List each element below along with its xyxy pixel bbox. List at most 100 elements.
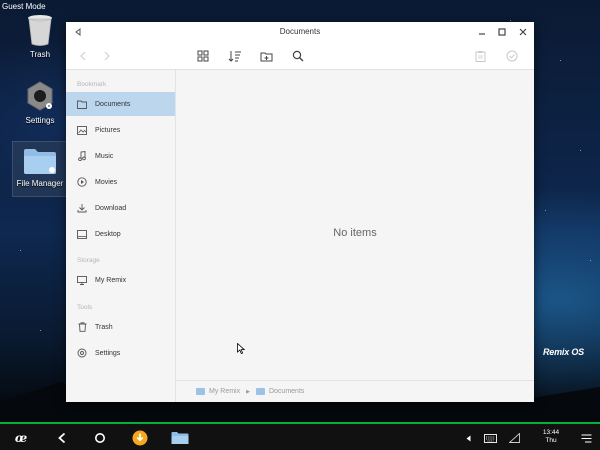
clipboard-icon bbox=[475, 51, 485, 62]
desktop-file-manager-label: File Manager bbox=[16, 179, 64, 188]
home-circle-icon bbox=[95, 433, 105, 443]
breadcrumb-label: Documents bbox=[268, 388, 305, 395]
desktop-settings-shortcut[interactable]: Settings bbox=[12, 80, 68, 125]
svg-text:œ: œ bbox=[15, 431, 27, 445]
desktop-icon bbox=[76, 228, 88, 240]
trash-icon bbox=[76, 321, 88, 333]
monitor-icon bbox=[76, 274, 88, 286]
grid-view-button[interactable] bbox=[195, 48, 211, 64]
window-titlebar[interactable]: Documents bbox=[66, 22, 534, 42]
sidebar-item-label: Movies bbox=[95, 178, 118, 186]
home-button[interactable] bbox=[90, 428, 110, 448]
keyboard-icon bbox=[483, 433, 497, 443]
sidebar-item-label: Settings bbox=[95, 349, 121, 357]
clock-time: 13:44 bbox=[542, 429, 560, 436]
taskbar: œ 13:44 Thu bbox=[0, 422, 600, 450]
folder-icon bbox=[76, 98, 88, 110]
desktop-settings-label: Settings bbox=[25, 116, 55, 125]
sidebar: Bookmark Documents Pictures Music Movies bbox=[66, 70, 176, 402]
sidebar-item-pictures[interactable]: Pictures bbox=[66, 118, 175, 142]
sidebar-item-settings[interactable]: Settings bbox=[66, 341, 175, 365]
new-folder-button[interactable] bbox=[258, 48, 274, 64]
notification-menu-icon bbox=[581, 434, 591, 442]
sidebar-item-label: Download bbox=[95, 204, 127, 212]
file-list-area[interactable]: No items bbox=[176, 70, 534, 380]
section-label-tools: Tools bbox=[77, 304, 93, 311]
play-circle-icon bbox=[76, 176, 88, 188]
sidebar-item-label: Pictures bbox=[95, 126, 121, 134]
maximize-button[interactable] bbox=[496, 26, 508, 38]
nav-forward-button[interactable] bbox=[99, 48, 115, 64]
nav-back-button[interactable] bbox=[75, 48, 91, 64]
clock[interactable]: 13:44 Thu bbox=[536, 429, 566, 445]
file-manager-task[interactable] bbox=[168, 428, 192, 448]
picture-icon bbox=[76, 124, 88, 136]
desktop-trash-shortcut[interactable]: Trash bbox=[12, 14, 68, 59]
trash-icon bbox=[28, 15, 52, 46]
sidebar-item-trash[interactable]: Trash bbox=[66, 315, 175, 339]
signal-indicator[interactable] bbox=[507, 428, 521, 448]
breadcrumb-documents[interactable]: Documents bbox=[255, 388, 305, 395]
file-manager-window: Documents Bookmark Documents Pictures Mu… bbox=[66, 22, 534, 402]
signal-icon bbox=[508, 433, 520, 443]
guest-mode-label: Guest Mode bbox=[2, 2, 46, 11]
close-icon bbox=[519, 28, 527, 36]
remix-start-icon: œ bbox=[15, 431, 27, 445]
nav-back-icon bbox=[80, 51, 86, 61]
check-circle-icon bbox=[506, 50, 518, 62]
clock-day: Thu bbox=[545, 437, 557, 444]
window-toolbar bbox=[66, 42, 534, 70]
desktop-trash-label: Trash bbox=[29, 50, 51, 59]
sidebar-item-label: Trash bbox=[95, 323, 113, 331]
mouse-cursor-icon bbox=[237, 343, 245, 355]
gear-icon bbox=[76, 347, 88, 359]
breadcrumb: My Remix ▶ Documents bbox=[176, 380, 534, 402]
sidebar-item-label: Desktop bbox=[95, 230, 121, 238]
breadcrumb-label: My Remix bbox=[209, 388, 241, 395]
sidebar-item-movies[interactable]: Movies bbox=[66, 170, 175, 194]
tray-arrow-icon bbox=[466, 435, 470, 441]
sidebar-item-label: Music bbox=[95, 152, 114, 160]
keyboard-button[interactable] bbox=[482, 428, 498, 448]
sidebar-item-my-remix[interactable]: My Remix bbox=[66, 268, 175, 292]
breadcrumb-separator-icon: ▶ bbox=[246, 388, 250, 395]
section-label-storage: Storage bbox=[77, 257, 100, 264]
settings-gear-icon bbox=[27, 81, 53, 111]
sidebar-item-download[interactable]: Download bbox=[66, 196, 175, 220]
folder-icon bbox=[196, 388, 205, 395]
back-button[interactable] bbox=[52, 428, 72, 448]
select-all-button[interactable] bbox=[504, 48, 520, 64]
empty-state-message: No items bbox=[333, 227, 377, 239]
back-icon bbox=[58, 432, 66, 444]
sort-icon bbox=[228, 51, 241, 62]
start-button[interactable]: œ bbox=[10, 428, 32, 448]
new-folder-icon bbox=[260, 52, 272, 61]
tray-expand-button[interactable] bbox=[463, 428, 473, 448]
sidebar-item-documents[interactable]: Documents bbox=[66, 92, 175, 116]
search-button[interactable] bbox=[290, 48, 306, 64]
minimize-button[interactable] bbox=[476, 26, 488, 38]
sidebar-item-desktop[interactable]: Desktop bbox=[66, 222, 175, 246]
download-app-button[interactable] bbox=[130, 428, 150, 448]
clipboard-button[interactable] bbox=[472, 48, 488, 64]
download-app-icon bbox=[132, 430, 148, 446]
file-manager-icon bbox=[171, 432, 189, 444]
notification-menu-button[interactable] bbox=[578, 428, 594, 448]
section-label-bookmark: Bookmark bbox=[77, 81, 107, 88]
nav-forward-icon bbox=[104, 51, 110, 61]
desktop-file-manager-shortcut[interactable]: File Manager bbox=[12, 141, 68, 197]
maximize-icon bbox=[498, 28, 506, 36]
close-button[interactable] bbox=[517, 26, 529, 38]
breadcrumb-my-remix[interactable]: My Remix bbox=[196, 388, 240, 395]
grid-view-icon bbox=[197, 50, 209, 62]
sidebar-item-label: Documents bbox=[95, 100, 131, 108]
sort-button[interactable] bbox=[227, 48, 243, 64]
sidebar-item-music[interactable]: Music bbox=[66, 144, 175, 168]
remix-os-logo: Remix OS bbox=[543, 347, 584, 357]
minimize-icon bbox=[479, 33, 485, 35]
music-note-icon bbox=[76, 150, 88, 162]
search-icon bbox=[292, 50, 304, 62]
window-title: Documents bbox=[279, 27, 321, 36]
folder-icon bbox=[24, 149, 56, 174]
download-icon bbox=[76, 202, 88, 214]
